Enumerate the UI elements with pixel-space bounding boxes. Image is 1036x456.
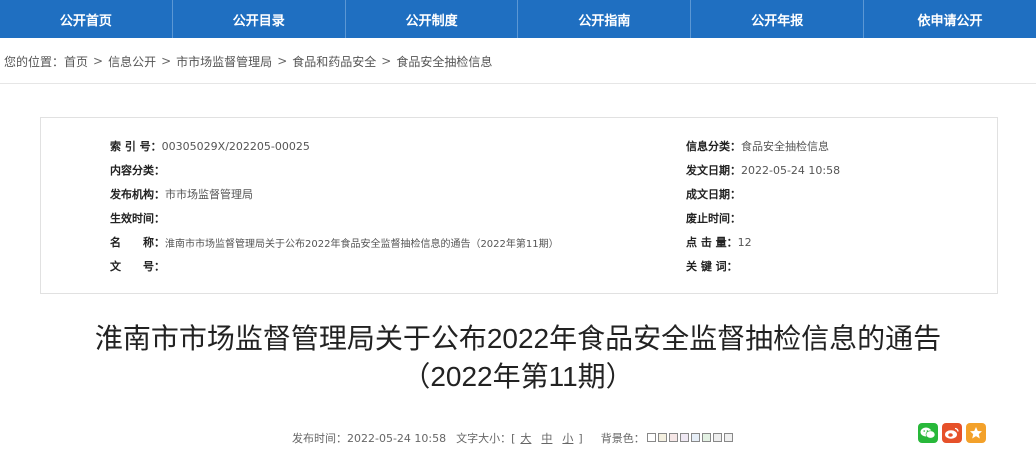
meta-content-category-label: 内容分类：	[110, 164, 165, 177]
background-color-label: 背景色：	[600, 432, 645, 445]
nav-public-catalog[interactable]: 公开目录	[173, 0, 346, 38]
breadcrumb-info-public[interactable]: 信息公开	[108, 53, 156, 70]
breadcrumb-divider	[0, 83, 1036, 84]
font-size-small-button[interactable]: 小	[562, 430, 573, 446]
nav-public-home[interactable]: 公开首页	[0, 0, 173, 38]
meta-index-value: 00305029X/202205-00025	[161, 139, 310, 153]
meta-expire-label: 废止时间：	[686, 212, 741, 225]
meta-content-category-row: 内容分类：	[110, 162, 165, 178]
background-swatch-3[interactable]	[668, 432, 678, 442]
breadcrumb-market-bureau[interactable]: 市市场监督管理局	[176, 53, 272, 70]
meta-info-category-label: 信息分类：	[686, 140, 741, 153]
nav-public-system[interactable]: 公开制度	[346, 0, 519, 38]
background-swatch-6[interactable]	[701, 432, 711, 442]
meta-issue-date-label: 发文日期：	[686, 164, 741, 177]
weibo-icon	[945, 427, 959, 439]
meta-info-category-value: 食品安全抽检信息	[741, 140, 829, 153]
meta-issue-date-value: 2022-05-24 10:58	[741, 163, 841, 177]
meta-index-label: 索 引 号：	[110, 140, 162, 153]
font-size-label: 文字大小：[	[456, 432, 516, 445]
meta-name-value: 淮南市市场监督管理局关于公布2022年食品安全监督抽检信息的通告（2022年第1…	[165, 238, 559, 250]
background-swatch-7[interactable]	[712, 432, 722, 442]
document-meta-box: 索 引 号： 00305029X/202205-00025 内容分类： 发布机构…	[40, 117, 998, 294]
meta-keywords-row: 关 键 词：	[686, 258, 738, 274]
breadcrumb: 您的位置： 首页 > 信息公开 > 市市场监督管理局 > 食品和药品安全 > 食…	[4, 53, 492, 69]
background-swatch-2[interactable]	[657, 432, 667, 442]
publish-time-value: 2022-05-24 10:58	[347, 431, 447, 445]
meta-written-date-row: 成文日期：	[686, 186, 741, 202]
breadcrumb-separator: >	[93, 54, 104, 68]
meta-written-date-label: 成文日期：	[686, 188, 741, 201]
meta-publisher-row: 发布机构： 市市场监督管理局	[110, 186, 253, 202]
meta-keywords-label: 关 键 词：	[686, 260, 738, 273]
background-swatches	[645, 432, 733, 445]
meta-clicks-row: 点 击 量： 12	[686, 234, 752, 250]
top-nav: 公开首页 公开目录 公开制度 公开指南 公开年报 依申请公开	[0, 0, 1036, 38]
meta-docno-label: 文 号：	[110, 260, 165, 273]
font-size-close-bracket: ]	[578, 431, 583, 445]
meta-effective-row: 生效时间：	[110, 210, 165, 226]
wechat-icon	[920, 427, 936, 439]
breadcrumb-prefix: 您的位置：	[4, 54, 65, 69]
meta-clicks-label: 点 击 量：	[686, 236, 738, 249]
article-info-bar: 发布时间： 2022-05-24 10:58 文字大小：[ 大 中 小 ] 背景…	[292, 430, 733, 446]
background-swatch-1[interactable]	[646, 432, 656, 442]
nav-public-annual-report[interactable]: 公开年报	[691, 0, 865, 38]
font-size-large-button[interactable]: 大	[520, 430, 531, 446]
background-swatch-8[interactable]	[723, 432, 733, 442]
meta-publisher-label: 发布机构：	[110, 188, 165, 201]
meta-issue-date-row: 发文日期： 2022-05-24 10:58	[686, 162, 840, 178]
breadcrumb-home[interactable]: 首页	[64, 53, 88, 70]
article-title-line1: 淮南市市场监督管理局关于公布2022年食品安全监督抽检信息的通告	[94, 323, 942, 354]
share-wechat-button[interactable]	[918, 423, 938, 443]
meta-info-category-row: 信息分类： 食品安全抽检信息	[686, 138, 829, 154]
meta-docno-row: 文 号：	[110, 258, 165, 274]
breadcrumb-separator: >	[381, 54, 392, 68]
meta-publisher-value: 市市场监督管理局	[165, 188, 253, 201]
meta-name-label: 名 称：	[110, 236, 165, 249]
meta-effective-label: 生效时间：	[110, 212, 165, 225]
article-title-line2: （2022年第11期）	[402, 361, 634, 392]
breadcrumb-separator: >	[277, 54, 288, 68]
meta-index-row: 索 引 号： 00305029X/202205-00025	[110, 138, 310, 154]
star-icon	[970, 427, 982, 439]
meta-clicks-value: 12	[737, 235, 752, 249]
background-swatch-5[interactable]	[690, 432, 700, 442]
meta-name-row: 名 称： 淮南市市场监督管理局关于公布2022年食品安全监督抽检信息的通告（20…	[110, 234, 559, 250]
meta-expire-row: 废止时间：	[686, 210, 741, 226]
share-weibo-button[interactable]	[942, 423, 962, 443]
nav-public-guide[interactable]: 公开指南	[518, 0, 692, 38]
breadcrumb-food-drug-safety[interactable]: 食品和药品安全	[292, 53, 376, 70]
share-favorite-button[interactable]	[966, 423, 986, 443]
publish-time-label: 发布时间：	[292, 432, 347, 445]
background-swatch-4[interactable]	[679, 432, 689, 442]
article-title: 淮南市市场监督管理局关于公布2022年食品安全监督抽检信息的通告 （2022年第…	[0, 320, 1036, 396]
breadcrumb-food-inspection[interactable]: 食品安全抽检信息	[396, 53, 492, 70]
nav-apply-disclosure[interactable]: 依申请公开	[864, 0, 1036, 38]
font-size-medium-button[interactable]: 中	[541, 430, 552, 446]
breadcrumb-separator: >	[161, 54, 172, 68]
